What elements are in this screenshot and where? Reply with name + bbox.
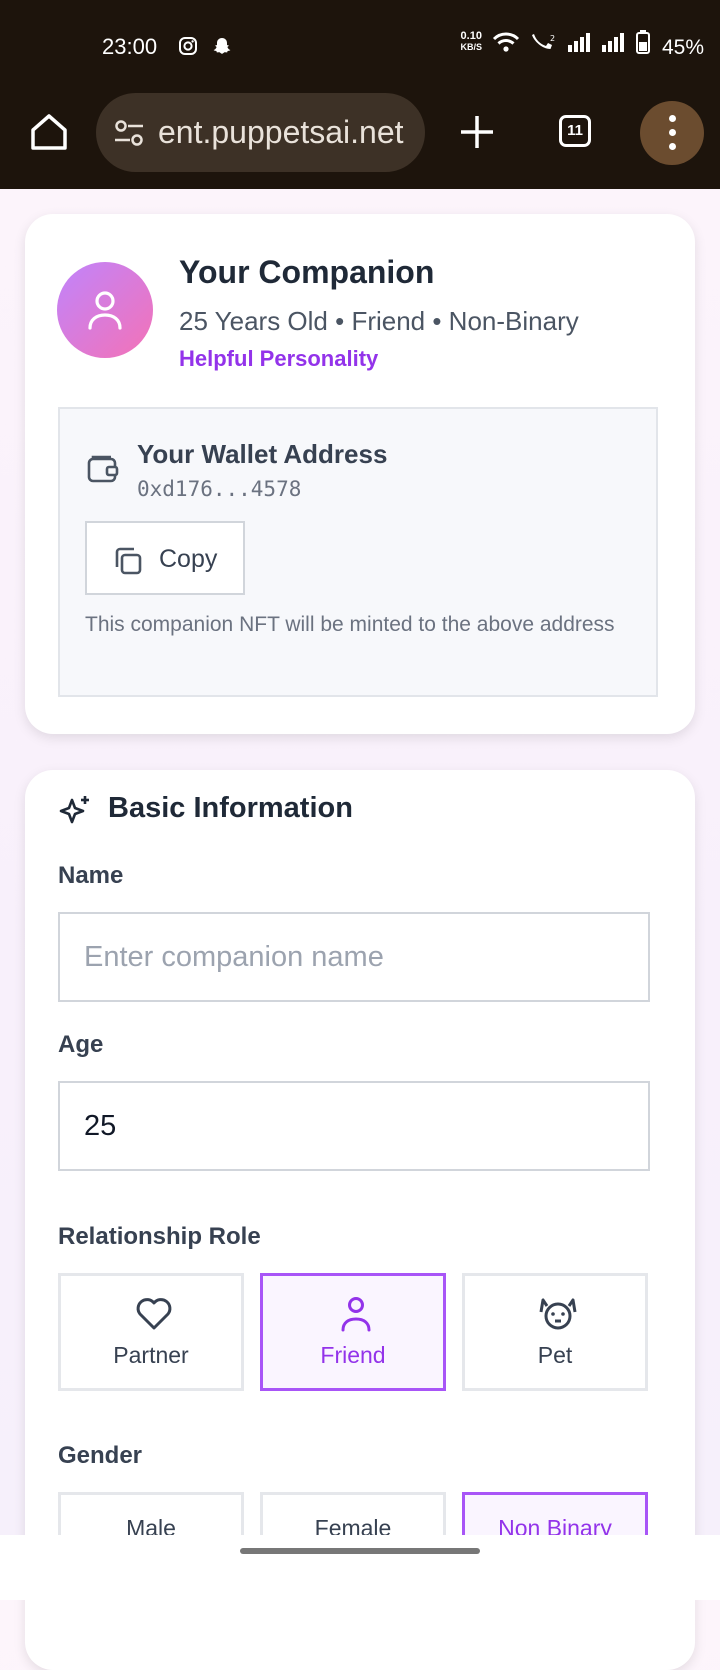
avatar — [57, 262, 153, 358]
role-option-partner[interactable]: Partner — [58, 1273, 244, 1391]
gender-label: Gender — [58, 1442, 143, 1469]
battery-icon — [636, 30, 650, 54]
gesture-nav-area — [0, 1535, 720, 1600]
role-option-pet[interactable]: Pet — [462, 1273, 648, 1391]
companion-title: Your Companion — [179, 254, 435, 290]
url-text[interactable]: ent.puppetsai.net — [158, 114, 404, 151]
role-option-friend[interactable]: Friend — [260, 1273, 446, 1391]
svg-text:2: 2 — [550, 34, 555, 43]
signal-icon — [602, 33, 624, 52]
user-icon — [88, 291, 122, 330]
age-input[interactable] — [58, 1081, 650, 1171]
copy-icon — [115, 547, 142, 575]
dog-icon — [539, 1298, 577, 1330]
wifi-icon — [492, 32, 520, 52]
address-bar[interactable]: ent.puppetsai.net — [96, 93, 425, 172]
site-settings-icon[interactable] — [114, 119, 144, 147]
companion-summary-card: Your Companion 25 Years Old • Friend • N… — [25, 214, 695, 734]
status-time: 23:00 — [102, 34, 158, 59]
name-input[interactable] — [58, 912, 650, 1002]
role-option-label: Partner — [113, 1342, 189, 1368]
wallet-label: Your Wallet Address — [137, 439, 388, 469]
gesture-handle[interactable] — [240, 1548, 480, 1554]
role-label: Relationship Role — [58, 1223, 261, 1250]
wallet-note: This companion NFT will be minted to the… — [85, 613, 615, 636]
instagram-icon — [179, 37, 197, 55]
browser-chrome: 23:00 0.10 KB/S 2 45% ent.puppetsai.net … — [0, 0, 720, 189]
plus-icon[interactable] — [459, 114, 495, 150]
role-option-label: Friend — [320, 1342, 386, 1368]
snapchat-icon — [213, 38, 231, 54]
wifi-calling-icon: 2 — [532, 34, 555, 49]
companion-personality: Helpful Personality — [179, 346, 379, 371]
wallet-panel: Your Wallet Address 0xd176...4578 Copy T… — [58, 407, 658, 697]
heart-icon — [136, 1298, 172, 1330]
user-icon — [341, 1297, 371, 1332]
wallet-address: 0xd176...4578 — [137, 477, 302, 501]
role-option-label: Pet — [537, 1342, 573, 1368]
more-vert-icon[interactable] — [640, 101, 704, 165]
copy-button[interactable]: Copy — [85, 521, 245, 595]
status-icons: 0.10 KB/S 2 — [460, 30, 650, 54]
net-speed: 0.10 KB/S — [460, 30, 482, 53]
sparkles-icon — [59, 796, 89, 824]
section-title: Basic Information — [108, 792, 353, 824]
home-icon[interactable] — [28, 111, 70, 153]
wallet-icon — [87, 455, 119, 483]
name-label: Name — [58, 862, 124, 889]
copy-label: Copy — [159, 545, 218, 573]
battery-percent: 45% — [661, 36, 704, 59]
signal-icon — [568, 33, 590, 52]
age-label: Age — [58, 1031, 104, 1058]
companion-subtitle: 25 Years Old • Friend • Non-Binary — [179, 306, 579, 336]
tabs-icon[interactable]: 11 — [559, 115, 591, 147]
